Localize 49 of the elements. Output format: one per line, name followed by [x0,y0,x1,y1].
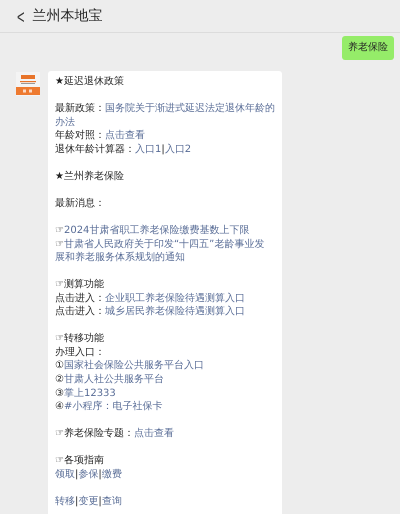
message-text: 点击进入： [55,306,105,318]
message-text: 最新消息： [55,198,105,209]
message-text: ② [55,374,64,386]
message-text: ☞ [55,238,64,250]
message-text: | [75,468,78,480]
link[interactable]: 查询 [102,496,122,507]
link[interactable]: 入口2 [164,144,192,155]
link[interactable]: 展和养老服务体系规划的通知 [55,252,185,264]
message-text: 办理入口： [55,346,105,358]
link[interactable]: 点击查看 [134,428,174,440]
link[interactable]: 办法 [55,116,75,128]
logo-icon [16,72,40,96]
message-text: ★延迟退休政策 [55,76,124,87]
message-text: ☞各项指南 [55,455,104,466]
link[interactable]: 国家社会保险公共服务平台入口 [64,360,204,372]
link[interactable]: 转移 [55,496,75,507]
message-text: ☞养老保险专题： [55,428,134,440]
message-text: | [98,468,102,480]
link[interactable]: 甘肃人社公共服务平台 [64,374,164,386]
link[interactable]: 参保 [78,468,98,480]
link[interactable]: 2024甘肃省职工养老保险缴费基数上下限 [64,225,250,236]
message-text: 年龄对照： [55,130,105,142]
link[interactable]: 掌上12333 [64,388,116,399]
message-text: | [161,144,165,155]
message-text: ① [55,360,64,372]
link[interactable]: 缴费 [102,468,122,480]
link[interactable]: #小程序：电子社保卡 [64,401,162,412]
message-text: 点击进入： [55,292,105,304]
link[interactable]: 甘肃省人民政府关于印发“十四五”老龄事业发 [64,238,264,250]
message-text: ★兰州养老保险 [55,170,124,182]
link[interactable]: 变更 [78,496,98,507]
link[interactable]: 入口1 [135,144,162,155]
message-text: | [75,496,78,507]
message-text: 退休年龄计算器： [55,144,135,155]
link[interactable]: 点击查看 [105,130,145,142]
sent-message: 养老保险 [342,36,394,60]
message-text: ④ [55,401,64,412]
link[interactable]: 城乡居民养老保险待遇测算入口 [105,306,245,318]
message-text: ☞测算功能 [55,279,104,290]
link[interactable]: 企业职工养老保险待遇测算入口 [105,292,245,304]
message-text: ☞转移功能 [55,333,104,344]
message-text: ☞ [55,225,64,236]
chat-title: 兰州本地宝 [32,7,103,25]
message-text: ③ [55,388,64,399]
message-text: 最新政策： [55,103,105,114]
back-button[interactable]: < [17,4,25,28]
link[interactable]: 领取 [55,468,75,480]
message-text: | [98,496,102,507]
link[interactable]: 国务院关于渐进式延迟法定退休年龄的 [105,103,275,114]
